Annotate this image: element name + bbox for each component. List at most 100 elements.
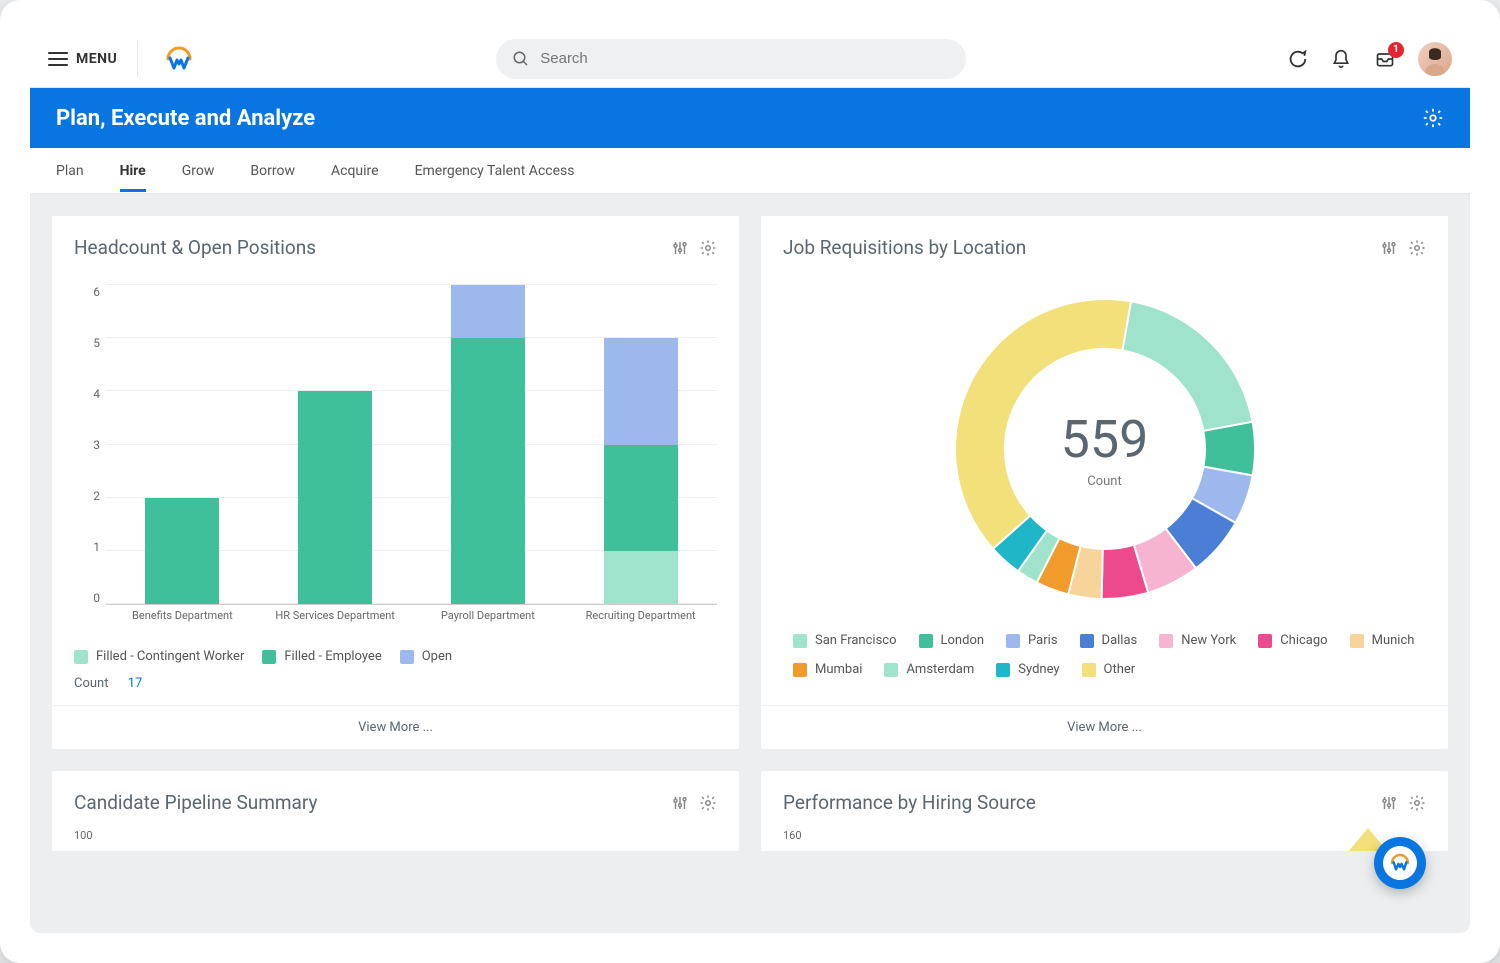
avatar[interactable] xyxy=(1418,42,1452,76)
jobreq-donut-chart: 559 Count xyxy=(945,289,1265,609)
legend-item[interactable]: Mumbai xyxy=(793,662,862,677)
chat-icon[interactable] xyxy=(1286,48,1308,70)
x-label: Recruiting Department xyxy=(581,609,701,635)
legend-label: Mumbai xyxy=(815,662,862,677)
card-title: Candidate Pipeline Summary xyxy=(74,791,317,814)
y-tick: 2 xyxy=(93,489,100,503)
y-tick: 3 xyxy=(93,438,100,452)
view-more-link[interactable]: View More ... xyxy=(761,705,1448,749)
tab-plan[interactable]: Plan xyxy=(56,151,84,191)
legend-label: Munich xyxy=(1372,633,1415,648)
tab-emergency-talent-access[interactable]: Emergency Talent Access xyxy=(415,151,575,191)
legend-label: Filled - Contingent Worker xyxy=(96,649,244,664)
card-headcount: Headcount & Open Positions 6543210Benefi… xyxy=(52,216,739,749)
legend-item[interactable]: Filled - Employee xyxy=(262,649,381,664)
bar-hr-services-department[interactable] xyxy=(298,285,372,604)
legend-item[interactable]: Sydney xyxy=(996,662,1059,677)
bar-recruiting-department[interactable] xyxy=(604,285,678,604)
tab-acquire[interactable]: Acquire xyxy=(331,151,379,191)
search-input-container[interactable] xyxy=(496,39,966,79)
y-tick: 1 xyxy=(93,540,100,554)
legend-label: Paris xyxy=(1028,633,1057,648)
gear-icon[interactable] xyxy=(1408,794,1426,812)
legend-label: Sydney xyxy=(1018,662,1059,677)
legend-label: Other xyxy=(1104,662,1136,677)
legend-item[interactable]: Munich xyxy=(1350,633,1415,648)
search-input[interactable] xyxy=(540,50,950,67)
notifications-icon[interactable] xyxy=(1330,48,1352,70)
hamburger-icon xyxy=(48,52,68,66)
y-axis-tick: 160 xyxy=(783,829,802,842)
filter-icon[interactable] xyxy=(671,239,689,257)
page-settings-gear-icon[interactable] xyxy=(1422,107,1444,129)
legend-label: Dallas xyxy=(1102,633,1138,648)
filter-icon[interactable] xyxy=(1380,794,1398,812)
legend-label: Open xyxy=(422,649,452,664)
legend-label: Filled - Employee xyxy=(284,649,381,664)
legend-swatch xyxy=(1080,634,1094,648)
legend-swatch xyxy=(919,634,933,648)
card-title: Headcount & Open Positions xyxy=(74,236,316,259)
legend-item[interactable]: Amsterdam xyxy=(884,662,974,677)
inbox-badge: 1 xyxy=(1388,42,1404,58)
legend-item[interactable]: Chicago xyxy=(1258,633,1327,648)
legend-swatch xyxy=(400,650,414,664)
card-pipeline: Candidate Pipeline Summary 100 xyxy=(52,771,739,851)
gear-icon[interactable] xyxy=(699,794,717,812)
card-jobreq: Job Requisitions by Location 559 Count xyxy=(761,216,1448,749)
donut-center-value: 559 xyxy=(1061,409,1149,470)
x-label: Benefits Department xyxy=(122,609,242,635)
bar-payroll-department[interactable] xyxy=(451,285,525,604)
count-label: Count xyxy=(74,676,108,691)
y-tick: 6 xyxy=(93,285,100,299)
filter-icon[interactable] xyxy=(1380,239,1398,257)
legend-swatch xyxy=(74,650,88,664)
legend-swatch xyxy=(1082,663,1096,677)
x-label: HR Services Department xyxy=(275,609,395,635)
workday-logo[interactable] xyxy=(164,44,194,74)
legend-swatch xyxy=(1350,634,1364,648)
donut-center-label: Count xyxy=(1087,474,1121,489)
inbox-icon[interactable]: 1 xyxy=(1374,48,1396,70)
tab-hire[interactable]: Hire xyxy=(120,151,146,191)
workday-logo-icon xyxy=(1383,846,1417,880)
legend-swatch xyxy=(884,663,898,677)
legend-item[interactable]: San Francisco xyxy=(793,633,897,648)
menu-label: MENU xyxy=(76,51,117,67)
y-tick: 5 xyxy=(93,336,100,350)
legend-swatch xyxy=(996,663,1010,677)
legend-label: San Francisco xyxy=(815,633,897,648)
page-title: Plan, Execute and Analyze xyxy=(56,106,315,131)
legend-label: London xyxy=(941,633,985,648)
legend-label: Amsterdam xyxy=(906,662,974,677)
legend-swatch xyxy=(1006,634,1020,648)
filter-icon[interactable] xyxy=(671,794,689,812)
legend-item[interactable]: Dallas xyxy=(1080,633,1138,648)
legend-swatch xyxy=(793,663,807,677)
legend-swatch xyxy=(262,650,276,664)
gear-icon[interactable] xyxy=(1408,239,1426,257)
legend-item[interactable]: Open xyxy=(400,649,452,664)
card-perf: Performance by Hiring Source 160 xyxy=(761,771,1448,851)
tab-borrow[interactable]: Borrow xyxy=(250,151,295,191)
card-title: Performance by Hiring Source xyxy=(783,791,1036,814)
legend-label: Chicago xyxy=(1280,633,1327,648)
legend-item[interactable]: Filled - Contingent Worker xyxy=(74,649,244,664)
card-title: Job Requisitions by Location xyxy=(783,236,1026,259)
bar-benefits-department[interactable] xyxy=(145,285,219,604)
headcount-bar-chart: 6543210Benefits DepartmentHR Services De… xyxy=(74,285,717,635)
view-more-link[interactable]: View More ... xyxy=(52,705,739,749)
legend-swatch xyxy=(793,634,807,648)
legend-item[interactable]: Paris xyxy=(1006,633,1057,648)
gear-icon[interactable] xyxy=(699,239,717,257)
assistant-fab[interactable] xyxy=(1374,837,1426,889)
legend-item[interactable]: New York xyxy=(1159,633,1236,648)
x-label: Payroll Department xyxy=(428,609,548,635)
menu-button[interactable]: MENU xyxy=(48,51,117,67)
legend-item[interactable]: London xyxy=(919,633,985,648)
legend-item[interactable]: Other xyxy=(1082,662,1136,677)
legend-swatch xyxy=(1258,634,1272,648)
legend-label: New York xyxy=(1181,633,1236,648)
y-axis-tick: 100 xyxy=(74,829,93,842)
tab-grow[interactable]: Grow xyxy=(182,151,215,191)
